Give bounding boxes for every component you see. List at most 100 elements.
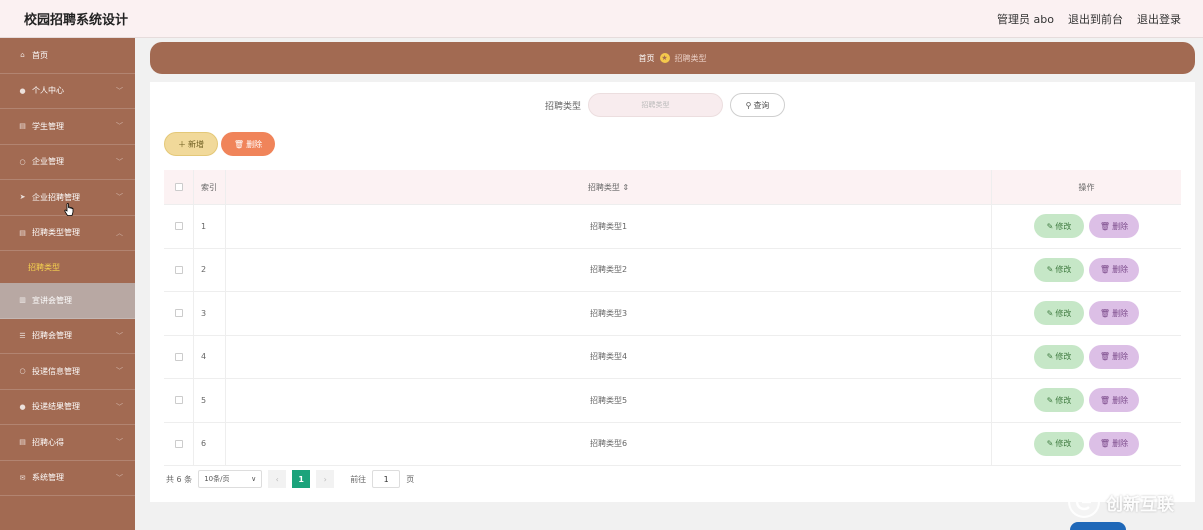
next-page-button[interactable]: › [316,470,335,488]
sidebar-subitem-recruit-type[interactable]: 招聘类型 [0,251,135,283]
chevron-down-icon: ﹀ [116,402,123,411]
select-all-checkbox[interactable] [174,183,183,191]
edit-label: 修改 [1055,395,1072,405]
edit-label: 修改 [1055,439,1072,449]
pencil-icon: ✎ [1046,265,1054,275]
search-bar: 招聘类型 招聘类型 ⚲ 查询 [545,93,786,117]
delete-label: 删除 [1112,352,1129,362]
sidebar-item-delivery-result[interactable]: ● 投递结果管理 ﹀ [0,390,135,425]
sidebar-item-personal-center[interactable]: ● 个人中心 ﹀ [0,74,135,109]
admin-user-label: 管理员 abo [997,12,1054,26]
breadcrumb-home[interactable]: 首页 [639,53,655,64]
back-to-front-link[interactable]: 退出到前台 [1068,11,1123,27]
trash-icon: 🗑 [1099,265,1111,275]
row-index: 5 [194,379,226,422]
chevron-down-icon: ﹀ [116,86,123,95]
user-icon: ● [19,402,26,411]
doc-icon: ▤ [19,122,26,131]
row-type: 招聘类型5 [226,379,992,422]
delete-label: 删除 [1112,265,1129,275]
page-number-current[interactable]: 1 [292,470,311,488]
row-type: 招聘类型1 [226,205,992,248]
watermark-text: 创新互联 [1106,494,1174,515]
row-checkbox-cell [164,205,194,248]
delete-label: 删除 [1112,439,1129,449]
home-icon: ⌂ [20,51,25,60]
edit-button[interactable]: ✎ 修改 [1034,301,1084,326]
pencil-icon: ✎ [1046,395,1054,405]
edit-label: 修改 [1055,265,1072,275]
data-table: 索引 招聘类型 ⇕ 操作 1 招聘类型1 ✎ 修改 🗑 删除 2 招聘类型2 ✎ 修改 🗑 删除 3 招聘… [164,170,1181,466]
trash-icon: 🗑 [1099,395,1111,405]
edit-label: 修改 [1055,308,1072,318]
table-row: 5 招聘类型5 ✎ 修改 🗑 删除 [164,379,1181,423]
edit-button[interactable]: ✎ 修改 [1034,344,1084,369]
row-checkbox[interactable] [174,439,183,448]
prev-page-button[interactable]: ‹ [268,470,287,488]
header-index: 索引 [194,170,226,204]
goto-page-input[interactable]: 1 [372,470,401,488]
search-label: 招聘类型 [545,101,582,112]
circle-icon: ○ [19,367,26,376]
search-button[interactable]: ⚲ 查询 [730,93,786,117]
delete-button[interactable]: 🗑 删除 [1089,431,1139,456]
bulk-delete-button[interactable]: 🗑 删除 [221,132,275,156]
edit-label: 修改 [1055,221,1072,231]
row-index: 1 [194,205,226,248]
page-size-select[interactable]: 10条/页 ∨ [198,470,263,488]
header-type[interactable]: 招聘类型 ⇕ [226,170,992,204]
delete-button[interactable]: 🗑 删除 [1089,344,1139,369]
row-type: 招聘类型4 [226,335,992,378]
row-checkbox-cell [164,379,194,422]
delete-button[interactable]: 🗑 删除 [1089,301,1139,326]
chevron-down-icon: ﹀ [116,157,123,166]
edit-button[interactable]: ✎ 修改 [1034,214,1084,239]
row-checkbox[interactable] [174,396,183,405]
delete-button[interactable]: 🗑 删除 [1089,214,1139,239]
sidebar-item-experience[interactable]: ▤ 招聘心得 ﹀ [0,425,135,461]
row-ops: ✎ 修改 🗑 删除 [992,205,1181,248]
table-row: 2 招聘类型2 ✎ 修改 🗑 删除 [164,248,1181,292]
row-ops: ✎ 修改 🗑 删除 [992,249,1181,292]
hand-cursor-icon [64,203,74,216]
row-index: 3 [194,292,226,335]
sidebar-item-label: 招聘会管理 [32,331,72,341]
chevron-down-icon: ﹀ [116,331,123,340]
add-button-label: 新增 [188,139,204,149]
circle-icon: ○ [19,157,26,166]
sidebar-item-recruit-type-mgmt[interactable]: ▤ 招聘类型管理 ︿ [0,216,135,251]
sidebar-item-job-fair[interactable]: ☰ 招聘会管理 ﹀ [0,319,135,354]
logout-link[interactable]: 退出登录 [1137,11,1181,27]
sidebar-item-home[interactable]: ⌂ 首页 [0,38,135,74]
row-checkbox[interactable] [174,222,183,231]
row-checkbox[interactable] [174,352,183,361]
sidebar-item-delivery-info[interactable]: ○ 投递信息管理 ﹀ [0,354,135,390]
watermark-logo-icon [1068,486,1100,518]
edit-button[interactable]: ✎ 修改 [1034,257,1084,282]
row-type: 招聘类型6 [226,422,992,465]
delete-label: 删除 [1112,395,1129,405]
row-index: 6 [194,422,226,465]
table-body: 1 招聘类型1 ✎ 修改 🗑 删除 2 招聘类型2 ✎ 修改 🗑 删除 3 招聘类型3 ✎ 修改 🗑 删除 4 招聘类… [164,205,1181,466]
sidebar-item-seminar[interactable]: ▥ 宣讲会管理 [0,283,135,319]
total-count: 共 6 条 [166,474,193,484]
delete-button[interactable]: 🗑 删除 [1089,388,1139,413]
row-checkbox[interactable] [174,309,183,318]
delete-button[interactable]: 🗑 删除 [1089,257,1139,282]
row-checkbox[interactable] [174,265,183,274]
trash-icon: 🗑 [233,139,245,149]
sidebar-item-label: 首页 [32,50,48,60]
edit-button[interactable]: ✎ 修改 [1034,431,1084,456]
sidebar-item-system[interactable]: ✉ 系统管理 ﹀ [0,461,135,496]
sidebar-item-companies[interactable]: ○ 企业管理 ﹀ [0,145,135,180]
chevron-down-icon: ﹀ [116,193,123,202]
sidebar-item-label: 招聘心得 [32,437,64,447]
sidebar-item-students[interactable]: ▤ 学生管理 ﹀ [0,109,135,145]
table-row: 4 招聘类型4 ✎ 修改 🗑 删除 [164,335,1181,379]
action-buttons: ＋ 新增 🗑 删除 [164,132,275,156]
trash-icon: 🗑 [1099,308,1111,318]
sidebar-item-label: 学生管理 [32,121,64,131]
search-input[interactable]: 招聘类型 [588,93,724,117]
edit-button[interactable]: ✎ 修改 [1034,388,1084,413]
add-button[interactable]: ＋ 新增 [164,132,218,156]
